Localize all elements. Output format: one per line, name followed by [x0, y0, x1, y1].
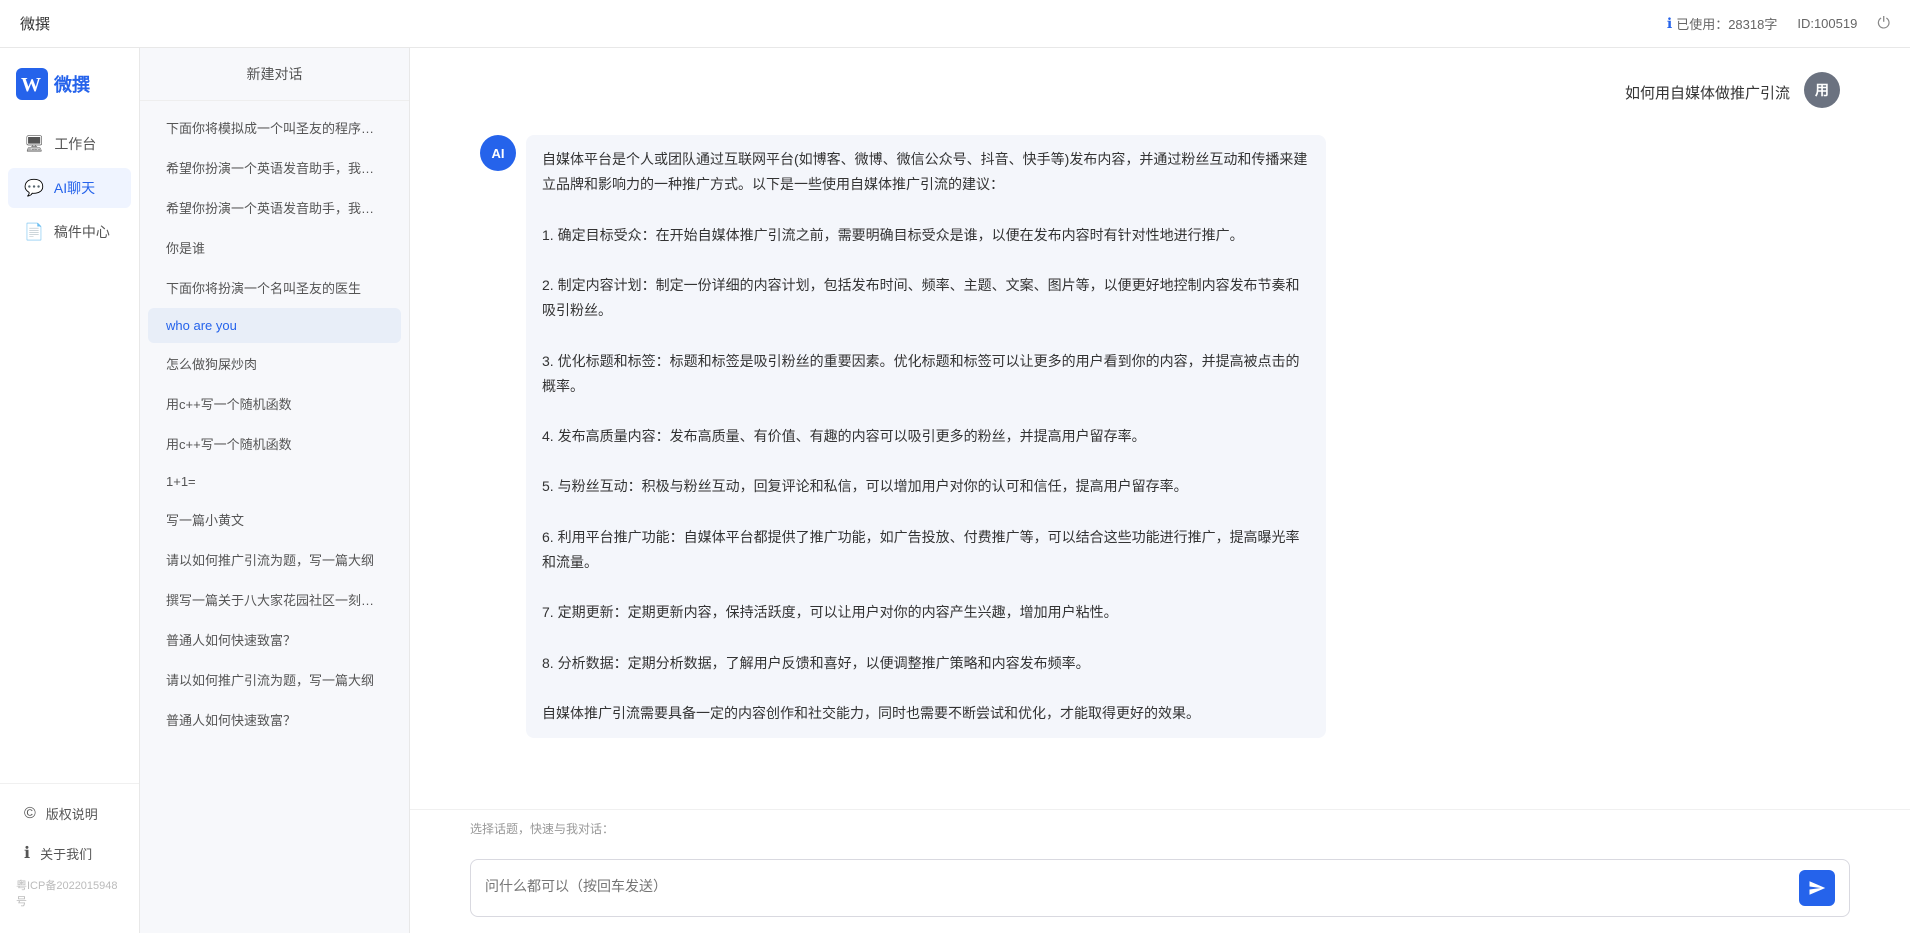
quick-topics-label: 选择话题，快速与我对话： — [470, 820, 1850, 837]
conversation-item-5[interactable]: who are you — [148, 308, 401, 343]
message-text-1: 自媒体平台是个人或团队通过互联网平台(如博客、微博、微信公众号、抖音、快手等)发… — [526, 135, 1326, 738]
message-content-1: 自媒体平台是个人或团队通过互联网平台(如博客、微博、微信公众号、抖音、快手等)发… — [526, 135, 1326, 738]
conversation-item-13[interactable]: 普通人如何快速致富？ — [148, 620, 401, 659]
info-icon: ℹ — [1667, 15, 1672, 32]
send-icon — [1808, 879, 1826, 897]
input-box — [470, 859, 1850, 917]
ai-chat-label: AI聊天 — [54, 178, 95, 198]
sidebar-item-ai-chat[interactable]: 💬 AI聊天 — [8, 168, 131, 208]
sidebar-item-about[interactable]: ℹ 关于我们 — [8, 833, 131, 873]
nav-items: 🖥 工作台 💬 AI聊天 📄 稿件中心 — [0, 124, 139, 783]
components-label: 稿件中心 — [54, 222, 110, 242]
conversation-item-0[interactable]: 下面你将模拟成一个叫圣友的程序员，我说... — [148, 108, 401, 147]
main-layout: W 微撰 🖥 工作台 💬 AI聊天 📄 稿件中心 © 版权说明 — [0, 48, 1910, 933]
new-chat-button[interactable]: 新建对话 — [140, 48, 409, 101]
conversation-item-9[interactable]: 1+1= — [148, 464, 401, 499]
logo-area: W 微撰 — [0, 68, 139, 124]
message-row-0: 用如何用自媒体做推广引流 — [470, 72, 1850, 115]
message-content-0: 如何用自媒体做推广引流 — [1621, 72, 1794, 115]
message-text-0: 如何用自媒体做推广引流 — [1621, 72, 1794, 115]
conversation-item-11[interactable]: 请以如何推广引流为题，写一篇大纲 — [148, 540, 401, 579]
icp-text: 粤ICP备2022015948号 — [0, 873, 139, 913]
conversation-item-6[interactable]: 怎么做狗屎炒肉 — [148, 344, 401, 383]
conversation-item-12[interactable]: 撰写一篇关于八大家花园社区一刻钟便民生... — [148, 580, 401, 619]
conversation-item-8[interactable]: 用c++写一个随机函数 — [148, 424, 401, 463]
about-icon: ℹ — [24, 843, 30, 863]
svg-text:W: W — [21, 74, 41, 96]
conversation-item-14[interactable]: 请以如何推广引流为题，写一篇大纲 — [148, 660, 401, 699]
workbench-icon: 🖥 — [24, 134, 44, 154]
ai-chat-icon: 💬 — [24, 178, 44, 198]
ai-avatar: AI — [480, 135, 516, 171]
conversation-item-3[interactable]: 你是谁 — [148, 228, 401, 267]
usage-info: ℹ 已使用：28318字 — [1667, 14, 1777, 33]
conversation-item-10[interactable]: 写一篇小黄文 — [148, 500, 401, 539]
usage-label: 已使用：28318字 — [1676, 14, 1777, 33]
topbar-right: ℹ 已使用：28318字 ID:100519 ⏻ — [1667, 14, 1890, 33]
logo-icon: W — [16, 68, 48, 100]
sidebar-item-components[interactable]: 📄 稿件中心 — [8, 212, 131, 252]
conversation-item-1[interactable]: 希望你扮演一个英语发音助手，我提供给你... — [148, 148, 401, 187]
chat-messages: 用如何用自媒体做推广引流 AI 自媒体平台是个人或团队通过互联网平台(如博客、微博、… — [410, 48, 1910, 809]
message-row-1: AI 自媒体平台是个人或团队通过互联网平台(如博客、微博、微信公众号、抖音、快手等… — [470, 135, 1850, 738]
nav-bottom: © 版权说明 ℹ 关于我们 粤ICP备2022015948号 — [0, 783, 139, 923]
conversation-item-4[interactable]: 下面你将扮演一个名叫圣友的医生 — [148, 268, 401, 307]
topbar: 微撰 ℹ 已使用：28318字 ID:100519 ⏻ — [0, 0, 1910, 48]
quick-topics: 选择话题，快速与我对话： — [410, 809, 1910, 849]
power-icon[interactable]: ⏻ — [1877, 15, 1890, 33]
sidebar-item-workbench[interactable]: 🖥 工作台 — [8, 124, 131, 164]
left-nav: W 微撰 🖥 工作台 💬 AI聊天 📄 稿件中心 © 版权说明 — [0, 48, 140, 933]
topbar-title: 微撰 — [20, 13, 50, 34]
user-avatar: 用 — [1804, 72, 1840, 108]
id-label: ID:100519 — [1797, 16, 1857, 31]
conversation-item-2[interactable]: 希望你扮演一个英语发音助手，我提供给你... — [148, 188, 401, 227]
copyright-icon: © — [24, 805, 36, 823]
input-area — [410, 849, 1910, 933]
chat-input[interactable] — [485, 876, 1789, 900]
conversation-item-7[interactable]: 用c++写一个随机函数 — [148, 384, 401, 423]
conversation-list: 下面你将模拟成一个叫圣友的程序员，我说...希望你扮演一个英语发音助手，我提供给… — [140, 101, 409, 933]
sidebar: 新建对话 下面你将模拟成一个叫圣友的程序员，我说...希望你扮演一个英语发音助手… — [140, 48, 410, 933]
chat-area: 用如何用自媒体做推广引流 AI 自媒体平台是个人或团队通过互联网平台(如博客、微博、… — [410, 48, 1910, 933]
copyright-label: 版权说明 — [46, 804, 98, 823]
about-label: 关于我们 — [40, 844, 92, 863]
sidebar-item-copyright[interactable]: © 版权说明 — [8, 794, 131, 833]
workbench-label: 工作台 — [54, 134, 96, 154]
conversation-item-15[interactable]: 普通人如何快速致富？ — [148, 700, 401, 739]
logo-text: 微撰 — [54, 71, 90, 97]
components-icon: 📄 — [24, 222, 44, 242]
send-button[interactable] — [1799, 870, 1835, 906]
